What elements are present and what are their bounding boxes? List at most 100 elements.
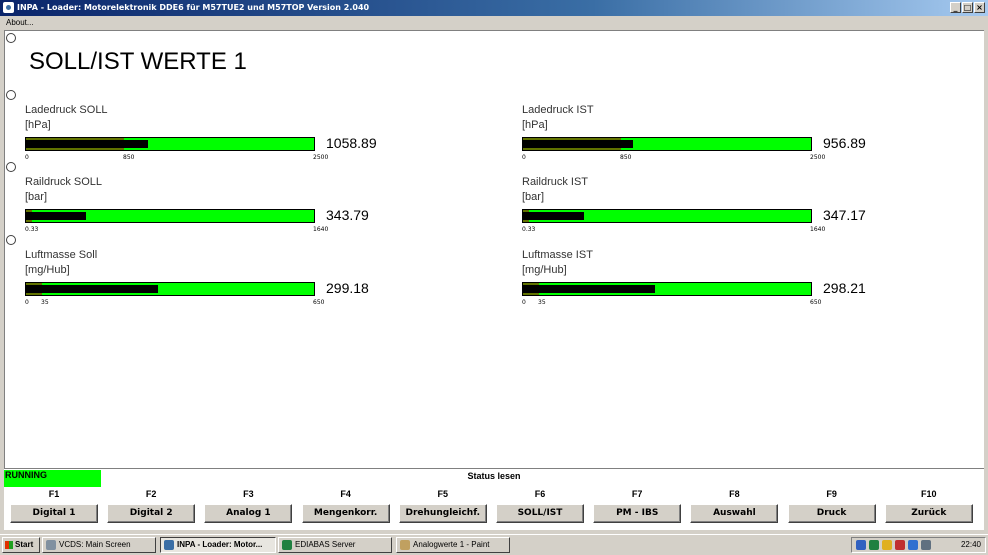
gauge-tick-label: 650 xyxy=(313,299,325,306)
network-icon[interactable] xyxy=(869,540,879,550)
gauge-bar xyxy=(25,137,315,151)
gauge-fill xyxy=(523,212,584,220)
taskbar-item[interactable]: INPA - Loader: Motor... xyxy=(160,537,276,553)
gauge-label: Raildruck SOLL xyxy=(25,176,103,188)
gauge-tick-label: 1640 xyxy=(313,226,329,233)
fkey-button-f4[interactable]: Mengenkorr. xyxy=(301,504,390,523)
title-bar: INPA - Loader: Motorelektronik DDE6 für … xyxy=(0,0,988,16)
task-label: VCDS: Main Screen xyxy=(59,540,131,549)
fkey-label-f9: F9 xyxy=(826,489,837,499)
function-button-row: Digital 1 Digital 2 Analog 1 Mengenkorr. Dre… xyxy=(4,504,984,530)
gauge-value: 1058.89 xyxy=(326,135,377,151)
gauge-tick-label: 0.33 xyxy=(522,226,536,233)
task-app-icon xyxy=(282,540,292,550)
task-label: Analogwerte 1 - Paint xyxy=(413,540,490,549)
fkey-button-f1[interactable]: Digital 1 xyxy=(10,504,98,523)
gauge-fill xyxy=(26,285,158,293)
gauge-tick-label: 650 xyxy=(810,299,822,306)
start-button[interactable]: Start xyxy=(2,537,40,553)
radio-button[interactable] xyxy=(6,162,16,172)
window-controls: _ □ × xyxy=(950,2,985,13)
gauge-0: Ladedruck SOLL [hPa] 1058.89 0 850 2500 xyxy=(25,104,385,164)
gauge-value: 299.18 xyxy=(326,280,369,296)
maximize-button[interactable]: □ xyxy=(962,2,973,13)
close-button[interactable]: × xyxy=(974,2,985,13)
fkey-button-f8[interactable]: Auswahl xyxy=(690,504,779,523)
gauge-unit: [bar] xyxy=(522,191,545,203)
gauge-tick-label: 35 xyxy=(538,299,546,306)
taskbar: Start VCDS: Main Screen INPA - Loader: Mo… xyxy=(0,534,988,555)
menu-about[interactable]: About... xyxy=(6,16,34,30)
fkey-button-f6[interactable]: SOLL/IST xyxy=(496,504,584,523)
gauge-label: Raildruck IST xyxy=(522,176,589,188)
fkey-button-f5[interactable]: Drehungleichf. xyxy=(398,504,487,523)
task-app-icon xyxy=(46,540,56,550)
gauge-bar xyxy=(25,209,315,223)
gauge-4: Luftmasse Soll [mg/Hub] 299.18 0 35 650 xyxy=(25,249,385,309)
taskbar-item[interactable]: VCDS: Main Screen xyxy=(42,537,156,553)
fkey-button-f7[interactable]: PM - IBS xyxy=(593,504,682,523)
minimize-button[interactable]: _ xyxy=(950,2,961,13)
gauge-fill xyxy=(26,212,86,220)
gauge-bar xyxy=(25,282,315,296)
task-app-icon xyxy=(164,540,174,550)
gauge-fill xyxy=(523,140,633,148)
inpa-app-icon xyxy=(3,2,14,13)
gauge-tick-label: 0 xyxy=(25,299,29,306)
radio-button[interactable] xyxy=(6,90,16,100)
fkey-label-f1: F1 xyxy=(48,489,60,499)
radio-button[interactable] xyxy=(6,235,16,245)
gauge-2: Raildruck SOLL [bar] 343.79 0.33 1640 xyxy=(25,176,385,236)
monitor-icon[interactable] xyxy=(921,540,931,550)
gauge-label: Ladedruck SOLL xyxy=(25,104,108,116)
gauge-unit: [bar] xyxy=(25,191,48,203)
gauge-tick-label: 2500 xyxy=(810,154,826,161)
system-tray: 22:40 xyxy=(851,537,986,553)
task-app-icon xyxy=(400,540,410,550)
gauge-value: 298.21 xyxy=(823,280,866,296)
page-title: SOLL/IST WERTE 1 xyxy=(29,48,247,75)
fkey-button-f9[interactable]: Druck xyxy=(787,504,876,523)
shield-icon[interactable] xyxy=(895,540,905,550)
gauge-fill xyxy=(26,140,148,148)
gauge-label: Luftmasse Soll xyxy=(25,249,98,261)
gauge-unit: [mg/Hub] xyxy=(25,264,70,276)
fkey-label-f3: F3 xyxy=(243,489,254,499)
gauge-tick-label: 0 xyxy=(25,154,29,161)
fkey-label-f8: F8 xyxy=(729,489,740,499)
gauge-tick-label: 0 xyxy=(522,299,526,306)
taskbar-item[interactable]: EDIABAS Server xyxy=(278,537,392,553)
gauge-value: 343.79 xyxy=(326,207,369,223)
gauge-tick-label: 0.33 xyxy=(25,226,39,233)
gauge-value: 956.89 xyxy=(823,135,866,151)
gauge-label: Luftmasse IST xyxy=(522,249,593,261)
gauge-5: Luftmasse IST [mg/Hub] 298.21 0 35 650 xyxy=(522,249,882,309)
gauge-unit: [hPa] xyxy=(522,119,548,131)
main-panel: SOLL/IST WERTE 1 Ladedruck SOLL [hPa] 1058… xyxy=(4,30,984,468)
task-label: EDIABAS Server xyxy=(295,540,356,549)
gauge-label: Ladedruck IST xyxy=(522,104,594,116)
fkey-button-f2[interactable]: Digital 2 xyxy=(107,504,196,523)
function-key-labels: F1 F2 F3 F4 F5 F6 F7 F8 F9 F10 xyxy=(4,488,984,504)
status-row: RUNNING Status lesen xyxy=(4,468,984,489)
gauge-1: Ladedruck IST [hPa] 956.89 0 850 2500 xyxy=(522,104,882,164)
gauge-bar xyxy=(522,209,812,223)
fkey-label-f7: F7 xyxy=(631,489,643,499)
update-icon[interactable] xyxy=(908,540,918,550)
fkey-label-f6: F6 xyxy=(534,489,546,499)
taskbar-item[interactable]: Analogwerte 1 - Paint xyxy=(396,537,510,553)
gauge-tick-label: 0 xyxy=(522,154,526,161)
gauge-bar xyxy=(522,282,812,296)
gauge-3: Raildruck IST [bar] 347.17 0.33 1640 xyxy=(522,176,882,236)
gauge-tick-label: 2500 xyxy=(313,154,329,161)
security-icon[interactable] xyxy=(882,540,892,550)
language-de-icon[interactable] xyxy=(856,540,866,550)
fkey-button-f10[interactable]: Zurück xyxy=(884,504,973,523)
radio-button[interactable] xyxy=(6,33,16,43)
fkey-label-f2: F2 xyxy=(145,489,157,499)
gauge-value: 347.17 xyxy=(823,207,866,223)
gauge-unit: [hPa] xyxy=(25,119,51,131)
gauge-tick-label: 850 xyxy=(620,154,632,161)
fkey-button-f3[interactable]: Analog 1 xyxy=(204,504,293,523)
gauge-unit: [mg/Hub] xyxy=(522,264,567,276)
